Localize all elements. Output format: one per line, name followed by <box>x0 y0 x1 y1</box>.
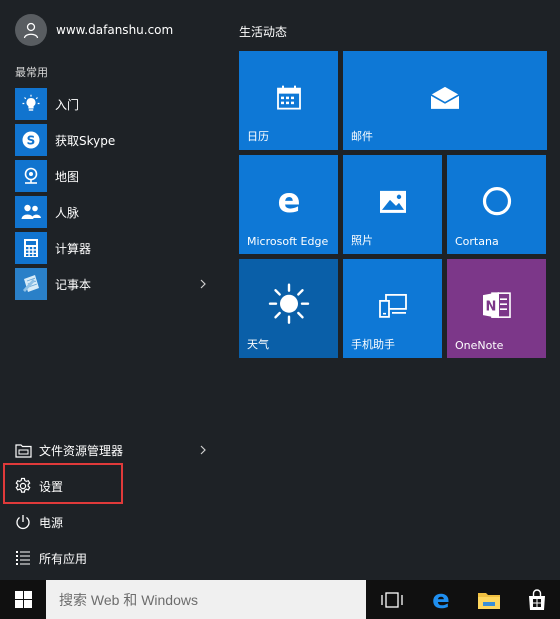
taskbar: e <box>0 580 560 619</box>
sys-label: 文件资源管理器 <box>39 443 124 458</box>
tile-weather[interactable]: 天气 <box>239 259 338 358</box>
store-icon[interactable] <box>513 580 560 619</box>
app-item-maps[interactable]: 地图 <box>15 158 215 194</box>
onenote-icon: N <box>480 289 514 321</box>
file-explorer-icon <box>14 441 32 459</box>
svg-text:e: e <box>277 185 300 217</box>
phone-companion-icon <box>378 292 408 318</box>
tile-label: Cortana <box>455 235 499 248</box>
cortana-icon <box>481 185 513 217</box>
all-apps-icon <box>14 549 32 567</box>
system-list: 文件资源管理器 设置 电源 所有应用 <box>0 432 225 576</box>
app-item-people[interactable]: 人脉 <box>15 194 215 230</box>
people-icon <box>15 196 47 228</box>
app-label: 地图 <box>55 169 80 184</box>
tile-label: 照片 <box>351 234 373 247</box>
tile-label: 手机助手 <box>351 338 395 351</box>
maps-icon <box>15 160 47 192</box>
tile-calendar[interactable]: 日历 <box>239 51 338 150</box>
notepad-icon <box>15 268 47 300</box>
most-used-list: 入门 S 获取Skype 地图 人脉 计算器 记事本 <box>15 86 215 302</box>
sys-label: 电源 <box>39 515 64 530</box>
settings-highlight-box <box>3 463 123 504</box>
tile-label: OneNote <box>455 339 504 352</box>
chevron-right-icon[interactable] <box>197 444 209 456</box>
sys-item-power[interactable]: 电源 <box>0 504 225 540</box>
app-item-get-started[interactable]: 入门 <box>15 86 215 122</box>
calculator-icon <box>15 232 47 264</box>
user-avatar-icon <box>15 14 47 46</box>
tile-label: 邮件 <box>351 130 373 143</box>
search-box[interactable] <box>46 580 366 619</box>
tile-cortana[interactable]: Cortana <box>447 155 546 254</box>
edge-icon: e <box>273 185 305 217</box>
app-label: 人脉 <box>55 205 80 220</box>
mail-icon <box>428 84 462 110</box>
tile-onenote[interactable]: N OneNote <box>447 259 546 358</box>
power-icon <box>14 513 32 531</box>
most-used-label: 最常用 <box>15 66 48 79</box>
app-label: 记事本 <box>55 277 92 292</box>
user-account[interactable]: www.dafanshu.com <box>15 14 173 46</box>
sys-label: 所有应用 <box>39 551 88 566</box>
tile-group-title: 生活动态 <box>239 25 288 39</box>
tile-mail[interactable]: 邮件 <box>343 51 547 150</box>
photos-icon <box>378 188 408 214</box>
app-label: 计算器 <box>55 241 92 256</box>
tile-edge[interactable]: e Microsoft Edge <box>239 155 338 254</box>
tile-label: Microsoft Edge <box>247 235 329 248</box>
weather-sun-icon <box>267 281 311 325</box>
app-item-skype[interactable]: S 获取Skype <box>15 122 215 158</box>
svg-text:N: N <box>485 299 496 314</box>
tile-photos[interactable]: 照片 <box>343 155 442 254</box>
file-explorer-icon[interactable] <box>465 580 513 619</box>
calendar-icon <box>275 83 303 111</box>
start-menu: www.dafanshu.com 最常用 入门 S 获取Skype 地图 人脉 <box>0 0 560 580</box>
user-name: www.dafanshu.com <box>56 23 174 37</box>
tile-phone-companion[interactable]: 手机助手 <box>343 259 442 358</box>
svg-text:S: S <box>27 134 36 148</box>
app-label: 入门 <box>55 97 80 112</box>
tile-label: 天气 <box>247 338 269 351</box>
svg-text:e: e <box>432 588 450 612</box>
app-label: 获取Skype <box>55 133 116 148</box>
search-input[interactable] <box>59 591 359 608</box>
windows-start-icon[interactable] <box>0 580 46 619</box>
edge-icon[interactable]: e <box>417 580 465 619</box>
app-item-calculator[interactable]: 计算器 <box>15 230 215 266</box>
tile-label: 日历 <box>247 130 269 143</box>
chevron-right-icon[interactable] <box>197 278 209 290</box>
app-item-notepad[interactable]: 记事本 <box>15 266 215 302</box>
lightbulb-icon <box>15 88 47 120</box>
sys-item-all-apps[interactable]: 所有应用 <box>0 540 225 576</box>
task-view-icon[interactable] <box>368 580 416 619</box>
skype-icon: S <box>15 124 47 156</box>
